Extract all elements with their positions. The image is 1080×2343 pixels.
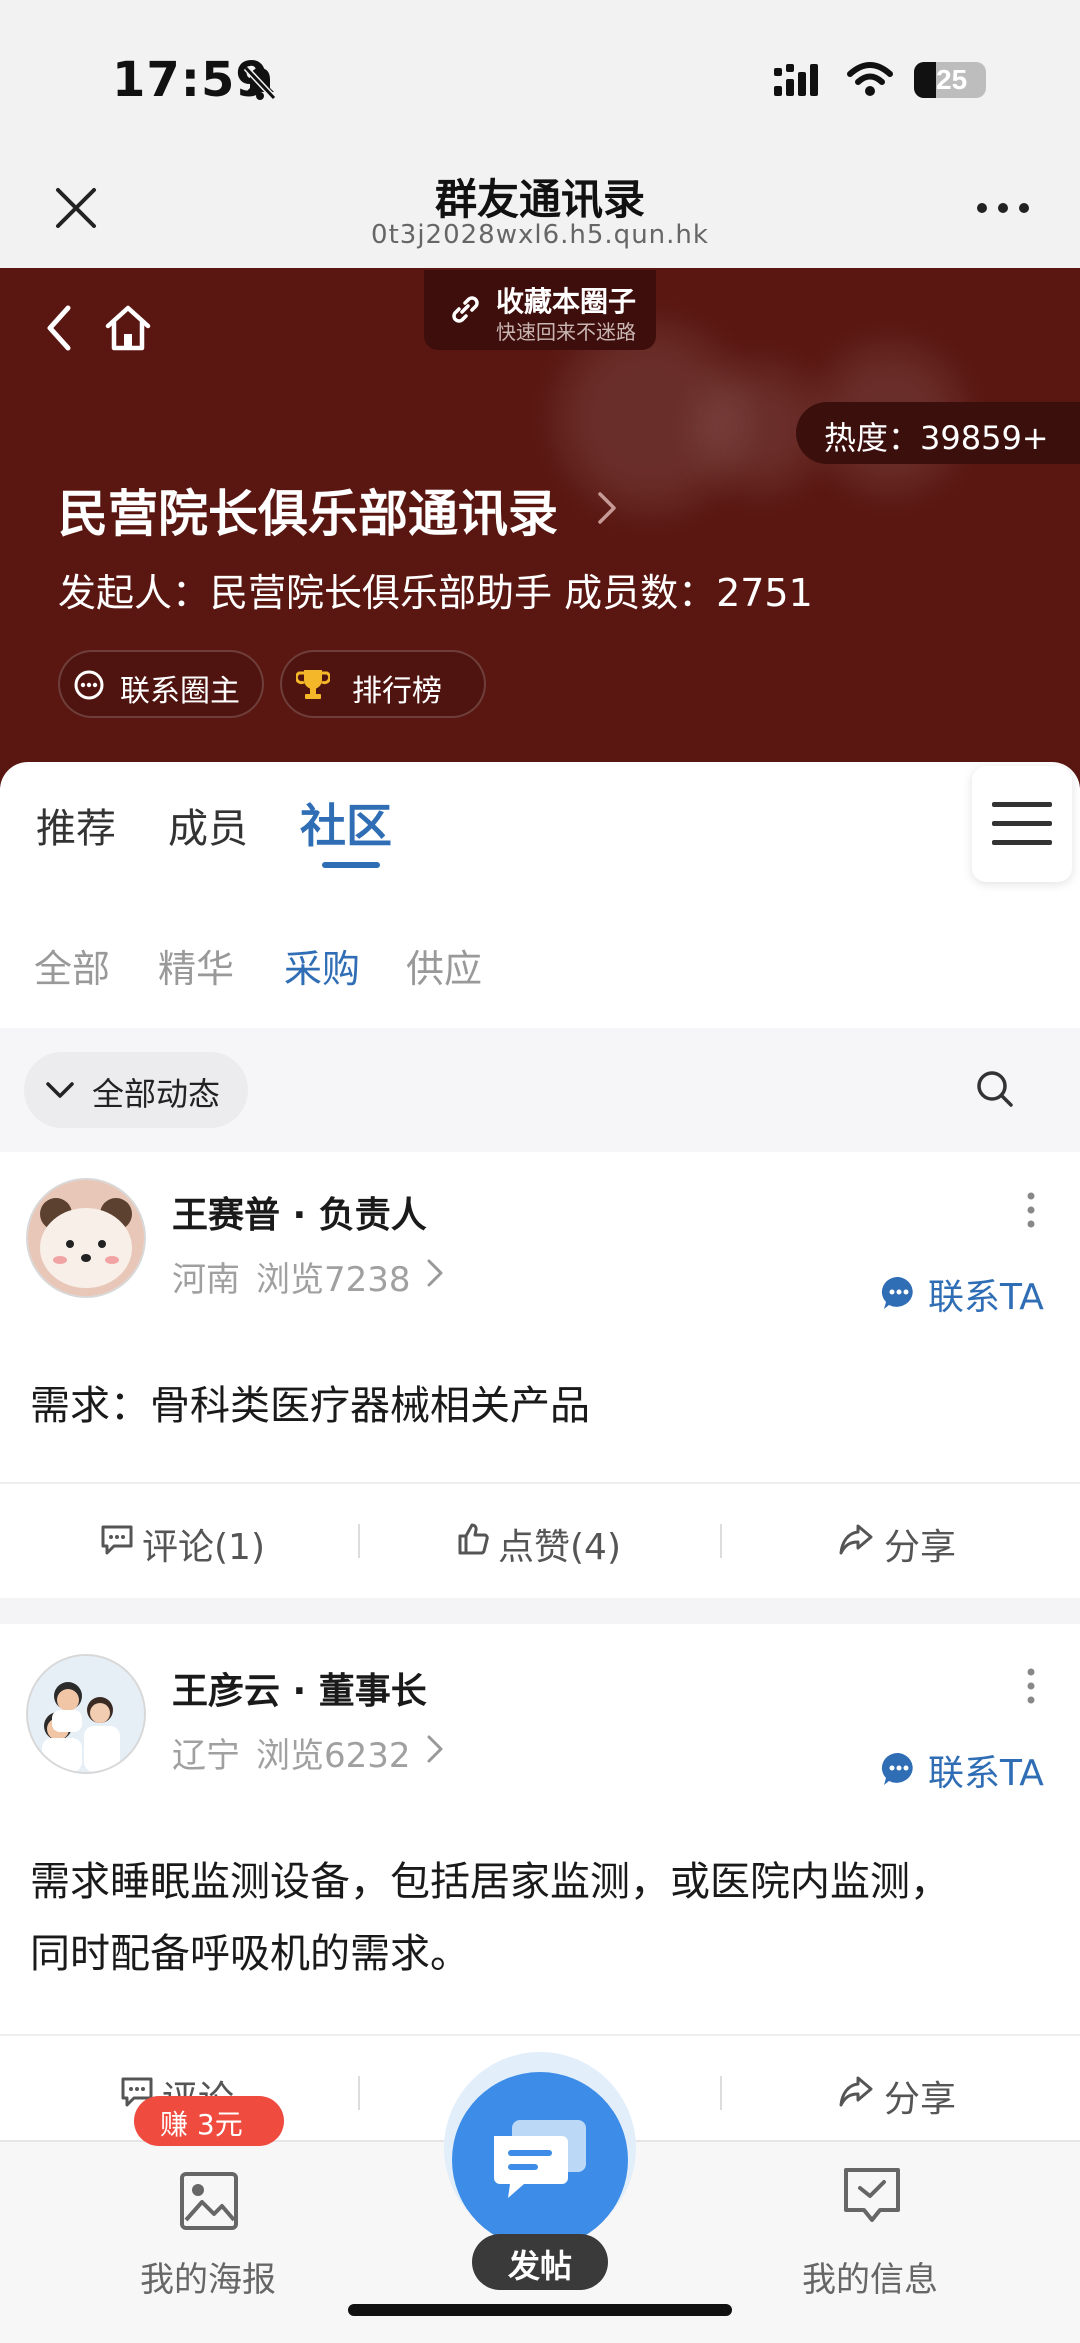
contact-chat-icon [881, 1276, 913, 1309]
club-info: 发起人：民营院长俱乐部助手 成员数：2751 [58, 571, 813, 615]
favorite-title: 收藏本圈子 [496, 285, 637, 318]
post-body-line: 需求睡眠监测设备，包括居家监测，或医院内监测， [30, 1859, 950, 1905]
contact-ta-button[interactable]: 联系TA [928, 1744, 1044, 1796]
home-icon[interactable] [100, 300, 156, 356]
chevron-down-icon [46, 1082, 74, 1098]
tab-members[interactable]: 成员 [168, 796, 248, 854]
share-icon [839, 2076, 873, 2107]
tab-my-poster[interactable]: 我的海报 [140, 2252, 276, 2301]
post-author-name[interactable]: 王赛普 · 负责人 [172, 1186, 427, 1238]
signal-icon [774, 64, 818, 96]
post-body-line: 同时配备呼吸机的需求。 [30, 1931, 470, 1977]
post-more-icon[interactable] [1018, 1190, 1044, 1230]
avatar[interactable] [28, 1180, 144, 1296]
bell-muted-icon [243, 65, 277, 101]
home-indicator [348, 2304, 732, 2316]
post-more-icon[interactable] [1018, 1666, 1044, 1706]
post-separator [0, 1598, 1080, 1624]
bear-avatar-icon [28, 1180, 144, 1296]
post-location: 河南 [172, 1260, 240, 1300]
action-divider [720, 2076, 722, 2110]
filter-label: 全部动态 [92, 1075, 221, 1113]
comment-button[interactable]: 评论(1) [142, 1518, 265, 1570]
avatar[interactable] [28, 1656, 144, 1772]
trophy-icon [296, 670, 330, 699]
post-views: 浏览7238 [256, 1260, 411, 1300]
message-icon [494, 2120, 586, 2198]
inbox-icon [844, 2168, 900, 2222]
contact-chat-icon [881, 1752, 913, 1785]
hamburger-icon [992, 802, 1052, 845]
favorite-subtitle: 快速回来不迷路 [496, 320, 636, 344]
like-icon [458, 1523, 489, 1555]
contact-owner-label: 联系圈主 [120, 674, 240, 709]
comment-icon [101, 1525, 133, 1555]
earn-badge-text: 赚 3元 [160, 2108, 243, 2141]
post-author-name[interactable]: 王彦云 · 董事长 [172, 1662, 427, 1714]
back-icon[interactable] [40, 302, 80, 354]
chevron-right-icon [598, 492, 616, 524]
more-icon[interactable] [974, 198, 1032, 218]
ranking-label: 排行榜 [352, 674, 442, 709]
heat-value: 热度：39859+ [824, 419, 1049, 457]
tab-recommend[interactable]: 推荐 [36, 796, 116, 854]
chevron-right-icon [427, 1735, 443, 1763]
wifi-icon [847, 62, 893, 96]
chat-icon [74, 670, 104, 700]
action-divider [720, 1524, 722, 1558]
poster-icon [180, 2172, 238, 2230]
contact-ta-button[interactable]: 联系TA [928, 1268, 1044, 1320]
post-body: 需求：骨科类医疗器械相关产品 [30, 1383, 590, 1429]
share-icon [839, 1524, 873, 1555]
battery-icon: 25 [914, 62, 986, 98]
share-button[interactable]: 分享 [884, 1518, 956, 1570]
subtab-all[interactable]: 全部 [34, 938, 110, 993]
post-views: 浏览6232 [256, 1736, 411, 1776]
share-button[interactable]: 分享 [884, 2070, 956, 2122]
family-photo-avatar-icon [28, 1656, 144, 1772]
club-title[interactable]: 民营院长俱乐部通讯录 [58, 474, 558, 546]
search-icon[interactable] [974, 1068, 1016, 1110]
subtab-supply[interactable]: 供应 [406, 938, 482, 993]
subtab-featured[interactable]: 精华 [158, 938, 234, 993]
active-tab-indicator [322, 862, 380, 868]
chevron-right-icon [427, 1259, 443, 1287]
battery-level: 25 [936, 64, 968, 95]
tab-community[interactable]: 社区 [300, 790, 392, 856]
action-divider [358, 2076, 360, 2110]
post-location: 辽宁 [172, 1736, 240, 1776]
page-title: 群友通讯录 [434, 175, 645, 224]
like-button[interactable]: 点赞(4) [498, 1518, 621, 1570]
page-url: 0t3j2028wxl6.h5.qun.hk [371, 220, 709, 250]
link-icon [452, 296, 479, 323]
action-divider [358, 1524, 360, 1558]
post-label: 发帖 [507, 2247, 572, 2285]
tab-my-info[interactable]: 我的信息 [802, 2252, 938, 2301]
subtab-purchase[interactable]: 采购 [284, 938, 360, 993]
